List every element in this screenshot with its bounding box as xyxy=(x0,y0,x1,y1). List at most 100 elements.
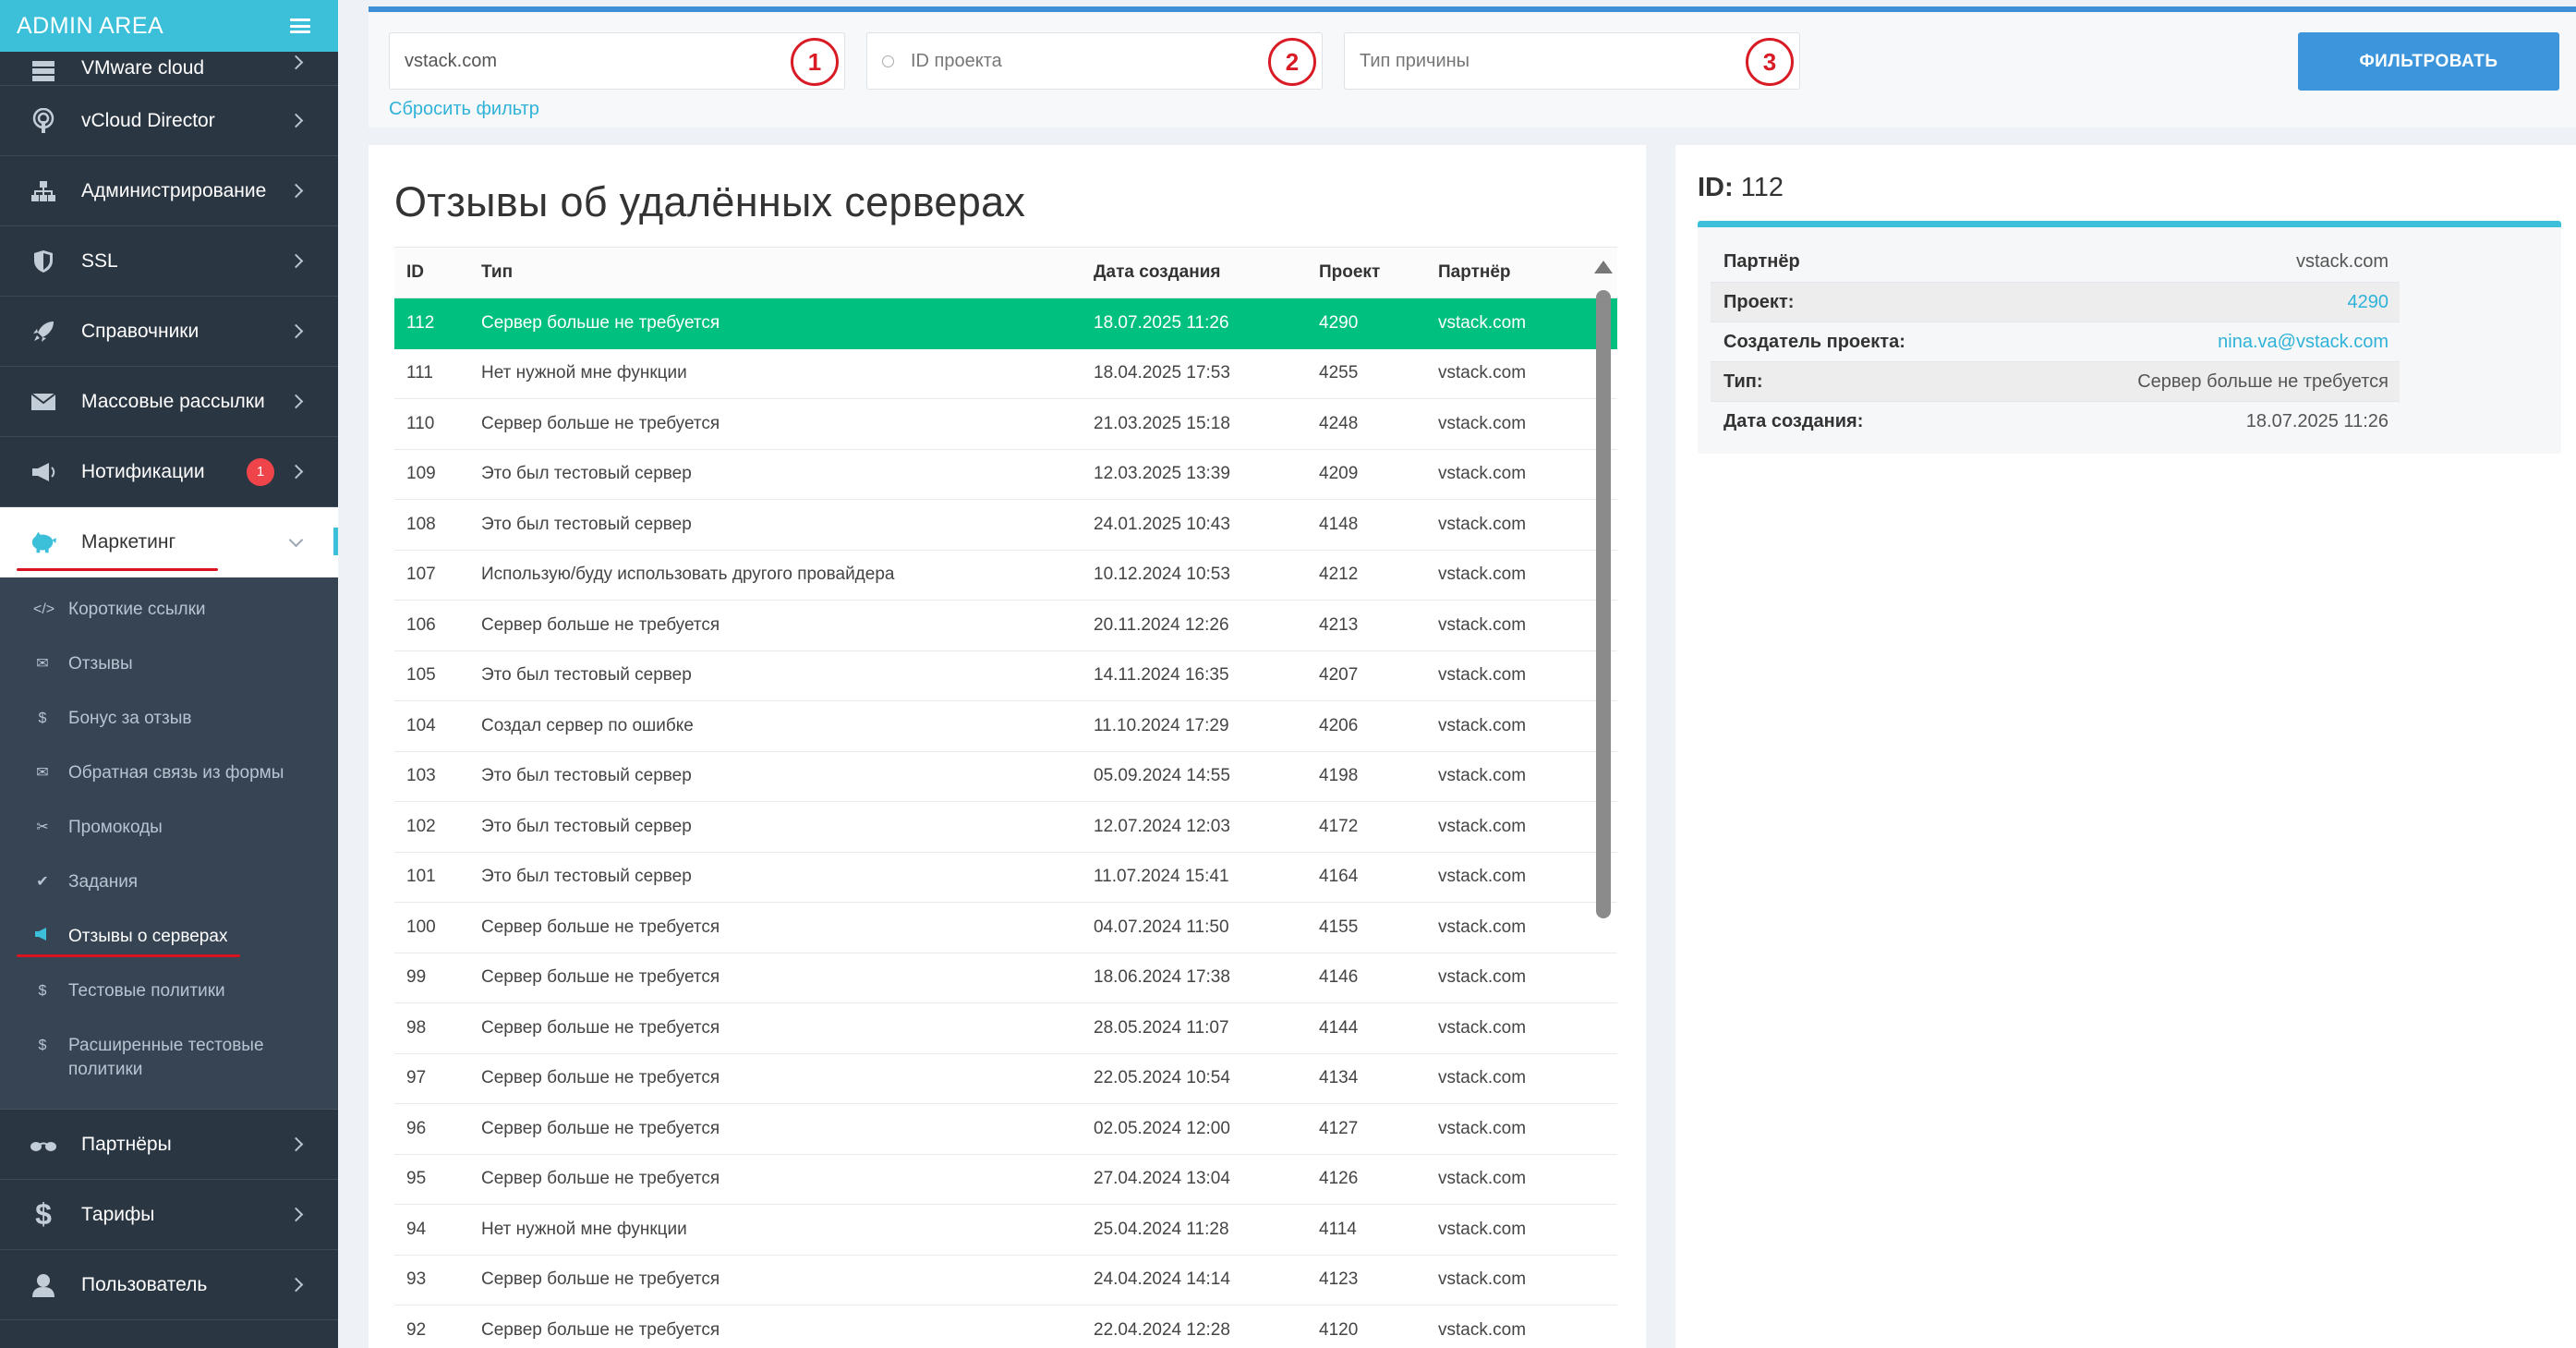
cell-type: Сервер больше не требуется xyxy=(481,1169,720,1189)
sidebar-item-vcloud[interactable]: vCloud Director xyxy=(0,86,338,156)
table-row[interactable]: 96 Сервер больше не требуется 02.05.2024 1… xyxy=(394,1104,1617,1155)
submenu-item-promocodes[interactable]: ✂ Промокоды xyxy=(0,801,338,856)
reason-type-filter-select[interactable]: Тип причины 3 xyxy=(1344,32,1800,90)
cell-project: 4146 xyxy=(1319,967,1359,988)
detail-key: Дата создания: xyxy=(1723,410,1864,431)
shield-icon xyxy=(30,248,57,275)
table-row[interactable]: 109 Это был тестовый сервер 12.03.2025 13:… xyxy=(394,450,1617,500)
cell-id: 100 xyxy=(406,917,436,937)
scrollbar-thumb[interactable] xyxy=(1596,290,1611,918)
cell-date: 18.04.2025 17:53 xyxy=(1094,363,1230,383)
cell-date: 18.07.2025 11:26 xyxy=(1094,313,1229,334)
table-row[interactable]: 99 Сервер больше не требуется 18.06.2024 1… xyxy=(394,953,1617,1003)
menu-toggle-icon[interactable] xyxy=(290,18,310,33)
column-header-id[interactable]: ID xyxy=(394,262,469,283)
column-header-date[interactable]: Дата создания xyxy=(1082,262,1307,283)
cell-partner: vstack.com xyxy=(1438,766,1527,786)
submenu-item-short-links[interactable]: </> Короткие ссылки xyxy=(0,583,338,638)
table-row[interactable]: 107 Использую/буду использовать другого п… xyxy=(394,551,1617,601)
cell-date: 24.01.2025 10:43 xyxy=(1094,514,1230,534)
table-row[interactable]: 101 Это был тестовый сервер 11.07.2024 15:… xyxy=(394,853,1617,903)
cell-partner: vstack.com xyxy=(1438,614,1527,635)
cell-partner: vstack.com xyxy=(1438,867,1527,887)
table-row[interactable]: 95 Сервер больше не требуется 27.04.2024 1… xyxy=(394,1155,1617,1205)
table-row[interactable]: 104 Создал сервер по ошибке 11.10.2024 17:… xyxy=(394,701,1617,752)
filter-button[interactable]: ФИЛЬТРОВАТЬ xyxy=(2298,32,2559,91)
cell-type: Сервер больше не требуется xyxy=(481,1118,720,1138)
table-row[interactable]: 94 Нет нужной мне функции 25.04.2024 11:28… xyxy=(394,1205,1617,1256)
detail-panel: ID: 112 Партнёр vstack.com Проект: 4290 Созд… xyxy=(1675,145,2576,1348)
filter-bar: vstack.com 1 ID проекта 2 Тип причины 3 … xyxy=(369,6,2576,128)
rocket-icon xyxy=(30,318,57,346)
sidebar-item-partners[interactable]: Партнёры xyxy=(0,1110,338,1180)
sidebar-item-tariffs[interactable]: $ Тарифы xyxy=(0,1180,338,1250)
sidebar-item-user[interactable]: Пользователь xyxy=(0,1250,338,1320)
table-row[interactable]: 106 Сервер больше не требуется 20.11.2024 … xyxy=(394,601,1617,651)
cell-partner: vstack.com xyxy=(1438,313,1527,334)
submenu-item-tasks[interactable]: ✔ Задания xyxy=(0,856,338,910)
cell-project: 4207 xyxy=(1319,665,1359,686)
piggy-bank-icon xyxy=(30,528,57,556)
table-row[interactable]: 110 Сервер больше не требуется 21.03.2025 … xyxy=(394,399,1617,450)
sidebar-item-marketing[interactable]: Маркетинг xyxy=(0,507,338,577)
table-row[interactable]: 111 Нет нужной мне функции 18.04.2025 17:5… xyxy=(394,349,1617,399)
table-row[interactable]: 97 Сервер больше не требуется 22.05.2024 1… xyxy=(394,1054,1617,1104)
page-title: Отзывы об удалённых серверах xyxy=(394,178,1026,225)
submenu-item-test-policies[interactable]: $ Тестовые политики xyxy=(0,965,338,1019)
table-row[interactable]: 103 Это был тестовый сервер 05.09.2024 14:… xyxy=(394,752,1617,802)
cell-partner: vstack.com xyxy=(1438,1269,1527,1290)
cell-id: 97 xyxy=(406,1068,427,1088)
cell-partner: vstack.com xyxy=(1438,363,1527,383)
submenu-item-extended-test-policies[interactable]: $ Расширенные тестовые политики xyxy=(0,1019,338,1096)
table-row[interactable]: 100 Сервер больше не требуется 04.07.2024 … xyxy=(394,903,1617,953)
sidebar-item-notifications[interactable]: Нотификации 1 xyxy=(0,437,338,507)
chevron-right-icon xyxy=(288,55,304,70)
project-id-filter-input[interactable]: ID проекта 2 xyxy=(866,32,1323,90)
sidebar-item-references[interactable]: Справочники xyxy=(0,297,338,367)
chevron-right-icon xyxy=(288,1136,304,1152)
sidebar-item-admin[interactable]: Администрирование xyxy=(0,156,338,226)
reason-type-placeholder: Тип причины xyxy=(1360,50,1470,71)
sitemap-icon xyxy=(30,177,57,205)
submenu-item-form-feedback[interactable]: ✉ Обратная связь из формы xyxy=(0,747,338,801)
table-row[interactable]: 105 Это был тестовый сервер 14.11.2024 16:… xyxy=(394,651,1617,701)
table-row[interactable]: 93 Сервер больше не требуется 24.04.2024 1… xyxy=(394,1256,1617,1305)
cell-type: Использую/буду использовать другого пров… xyxy=(481,565,895,585)
cell-partner: vstack.com xyxy=(1438,1169,1527,1189)
scroll-up-arrow-icon[interactable] xyxy=(1594,261,1613,273)
detail-id-value: 112 xyxy=(1740,173,1784,202)
sidebar-item-label: Пользователь xyxy=(81,1273,208,1295)
reset-filter-link[interactable]: Сбросить фильтр xyxy=(389,99,539,120)
sidebar-item-mailings[interactable]: Массовые рассылки xyxy=(0,367,338,437)
chevron-right-icon xyxy=(288,394,304,409)
cell-partner: vstack.com xyxy=(1438,565,1527,585)
reviews-table: ID Тип Дата создания Проект Партнёр 112 С… xyxy=(394,247,1617,1348)
column-header-project[interactable]: Проект xyxy=(1307,262,1426,283)
cell-date: 02.05.2024 12:00 xyxy=(1094,1118,1230,1138)
sidebar-item-vmware[interactable]: VMware cloud xyxy=(0,52,338,86)
cell-id: 110 xyxy=(406,413,435,433)
cell-id: 105 xyxy=(406,665,436,686)
column-header-partner[interactable]: Партнёр xyxy=(1426,262,1592,283)
submenu-item-reviews[interactable]: ✉ Отзывы xyxy=(0,638,338,692)
partner-filter-input[interactable]: vstack.com 1 xyxy=(389,32,845,90)
cell-date: 21.03.2025 15:18 xyxy=(1094,413,1230,433)
cell-partner: vstack.com xyxy=(1438,1017,1527,1038)
submenu-item-review-bonus[interactable]: $ Бонус за отзыв xyxy=(0,692,338,747)
sidebar-item-ssl[interactable]: SSL xyxy=(0,226,338,297)
submenu-item-label: Расширенные тестовые политики xyxy=(68,1036,264,1079)
detail-row: Партнёр vstack.com xyxy=(1711,242,2400,282)
cell-partner: vstack.com xyxy=(1438,816,1527,836)
table-row[interactable]: 112 Сервер больше не требуется 18.07.2025 … xyxy=(394,298,1617,349)
radio-icon xyxy=(882,55,894,67)
table-row[interactable]: 102 Это был тестовый сервер 12.07.2024 12:… xyxy=(394,802,1617,853)
table-row[interactable]: 108 Это был тестовый сервер 24.01.2025 10:… xyxy=(394,500,1617,551)
detail-row: Тип: Сервер больше не требуется xyxy=(1711,361,2400,401)
detail-value-link[interactable]: 4290 xyxy=(2348,292,2389,313)
column-header-type[interactable]: Тип xyxy=(469,262,1082,283)
cell-date: 12.03.2025 13:39 xyxy=(1094,464,1230,484)
submenu-item-server-reviews[interactable]: Отзывы о серверах xyxy=(0,910,338,965)
table-row[interactable]: 98 Сервер больше не требуется 28.05.2024 1… xyxy=(394,1003,1617,1054)
table-row[interactable]: 92 Сервер больше не требуется 22.04.2024 1… xyxy=(394,1305,1617,1348)
detail-value-link[interactable]: nina.va@vstack.com xyxy=(2218,332,2389,353)
